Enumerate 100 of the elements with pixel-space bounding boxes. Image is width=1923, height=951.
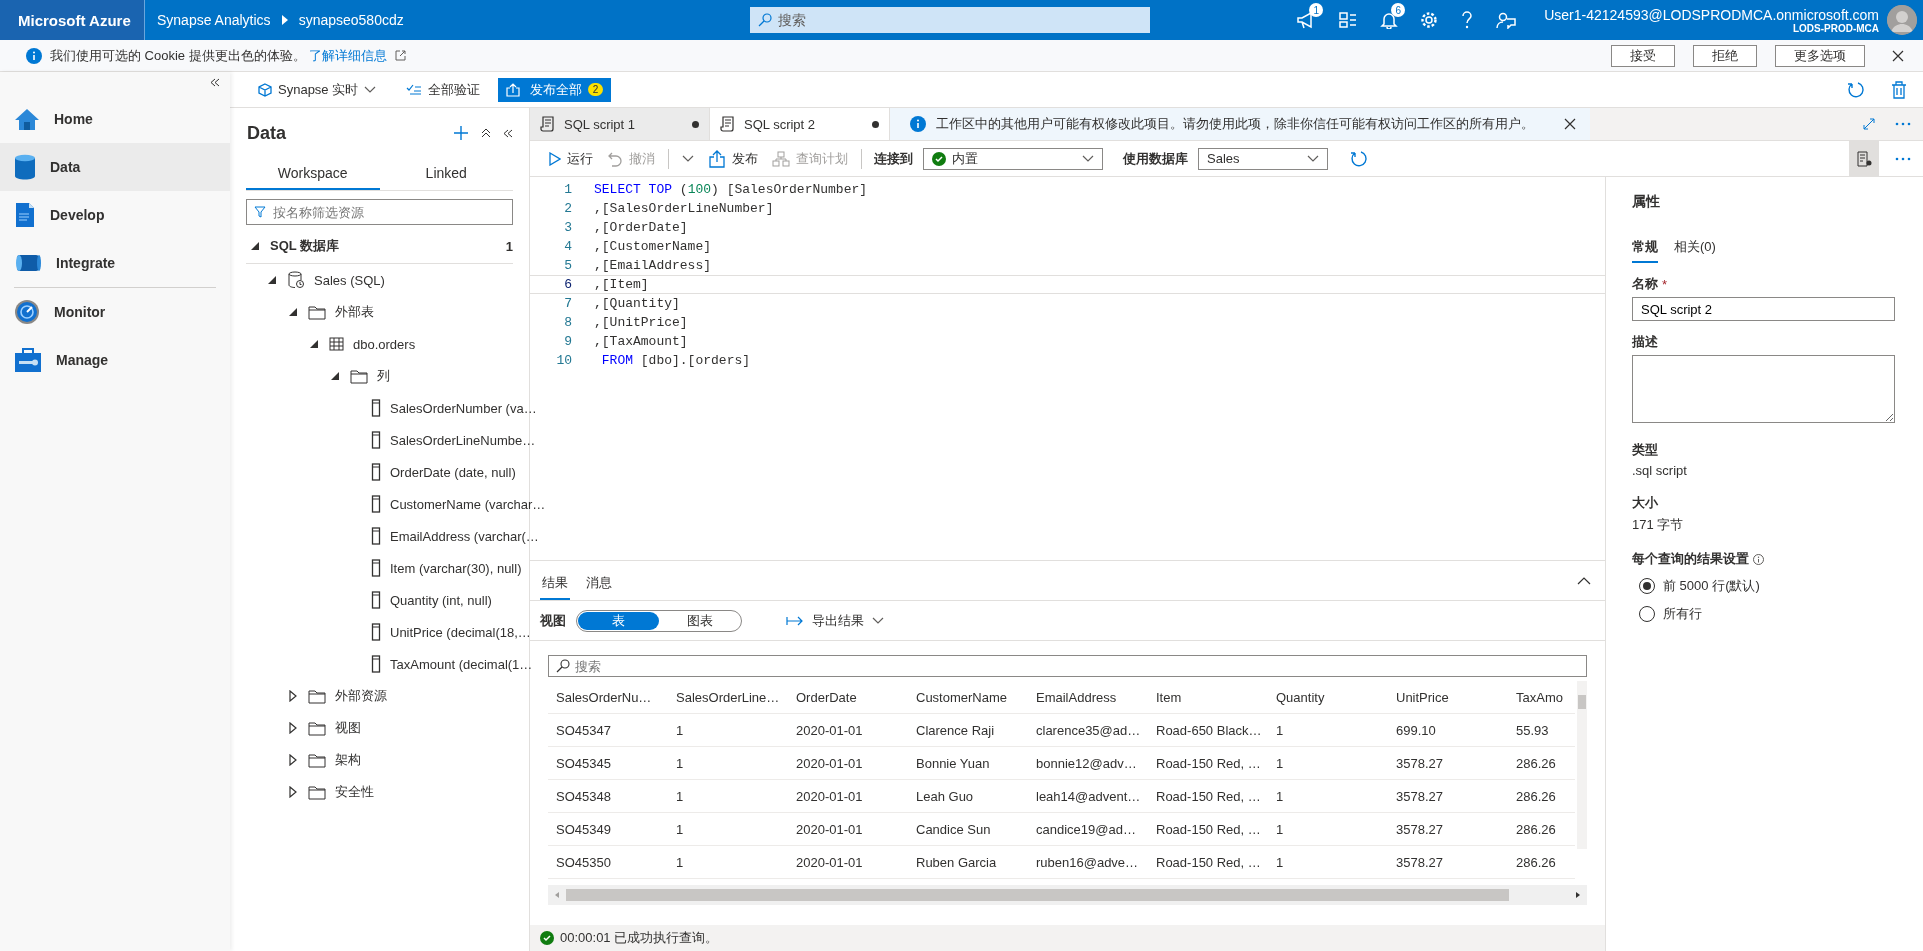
- breadcrumb-link[interactable]: Synapse Analytics: [157, 12, 271, 28]
- tree-item[interactable]: 安全性: [335, 783, 374, 801]
- radio-option[interactable]: 前 5000 行(默认): [1639, 572, 1760, 600]
- scrollbar[interactable]: [548, 885, 1587, 905]
- add-icon[interactable]: [453, 125, 469, 141]
- search-field[interactable]: 搜索: [750, 7, 1150, 33]
- tree-item[interactable]: EmailAddress (varchar(…: [390, 528, 539, 544]
- publish-all-button[interactable]: 发布全部 2: [498, 77, 612, 102]
- collapse-all-icon[interactable]: [481, 128, 491, 138]
- properties-tab[interactable]: 常规: [1632, 233, 1658, 263]
- tree-item[interactable]: 外部表: [335, 303, 374, 321]
- collapsed-arrow-icon[interactable]: [289, 690, 297, 702]
- cookie-button[interactable]: 拒绝: [1693, 44, 1757, 67]
- column-header[interactable]: Quantity: [1268, 681, 1388, 713]
- tree-item[interactable]: 外部资源: [335, 687, 387, 705]
- expanded-arrow-icon[interactable]: [309, 339, 319, 349]
- view-toggle-option[interactable]: 图表: [659, 611, 740, 630]
- properties-toggle[interactable]: [1849, 140, 1879, 177]
- collapse-icon[interactable]: [210, 78, 220, 87]
- nav-item[interactable]: Manage: [0, 336, 230, 384]
- column-header[interactable]: Item: [1148, 681, 1268, 713]
- panel-tab[interactable]: Workspace: [246, 158, 380, 190]
- toolbar-button[interactable]: 发布: [703, 144, 763, 173]
- tree-item[interactable]: SalesOrderLineNumbe…: [390, 432, 536, 448]
- column-header[interactable]: SalesOrderLine…: [668, 681, 788, 713]
- section-header[interactable]: SQL 数据库: [270, 237, 496, 255]
- column-header[interactable]: SalesOrderNu…: [548, 681, 668, 713]
- script-icon: [540, 116, 554, 132]
- nav-item[interactable]: Home: [0, 95, 230, 143]
- column-header[interactable]: CustomerName: [908, 681, 1028, 713]
- validate-all-button[interactable]: 全部验证: [400, 76, 487, 103]
- breadcrumb-link[interactable]: synapseo580cdz: [298, 12, 404, 28]
- tree-item[interactable]: 列: [377, 367, 390, 385]
- tree-item[interactable]: dbo.orders: [353, 336, 416, 352]
- cookie-button[interactable]: 更多选项: [1775, 44, 1865, 67]
- export-button[interactable]: 导出结果: [786, 611, 884, 630]
- connection-dropdown[interactable]: 内置: [923, 147, 1103, 170]
- column-header[interactable]: UnitPrice: [1388, 681, 1508, 713]
- tree-item[interactable]: 架构: [335, 751, 361, 769]
- column-header[interactable]: OrderDate: [788, 681, 908, 713]
- tree-item[interactable]: SalesOrderNumber (va…: [390, 400, 537, 416]
- name-field[interactable]: SQL script 2: [1632, 297, 1895, 321]
- tree-item[interactable]: 视图: [335, 719, 361, 737]
- collapsed-arrow-icon[interactable]: [289, 754, 297, 766]
- scrollbar[interactable]: [1577, 681, 1587, 849]
- settings-icon[interactable]: [1420, 11, 1439, 29]
- results-tab[interactable]: 消息: [584, 568, 614, 600]
- delete-icon[interactable]: [1891, 80, 1907, 99]
- collapse-up-icon[interactable]: [1577, 576, 1591, 585]
- refresh-icon[interactable]: [1847, 80, 1865, 99]
- table-icon: [329, 337, 344, 351]
- learn-more-link[interactable]: 了解详细信息: [309, 47, 388, 63]
- person-chat-icon[interactable]: [1496, 11, 1517, 29]
- nav-item[interactable]: Develop: [0, 191, 230, 239]
- column-header[interactable]: TaxAmo: [1508, 681, 1570, 713]
- tree-item[interactable]: UnitPrice (decimal(18,…: [390, 624, 531, 640]
- view-toggle-option[interactable]: 表: [578, 611, 659, 630]
- code-line: ,[Item]: [594, 277, 649, 292]
- user-email[interactable]: User1-42124593@LODSPRODMCA.onmicrosoft.com: [1544, 6, 1879, 23]
- live-mode-dropdown[interactable]: Synapse 实时: [252, 76, 383, 103]
- tree-item[interactable]: Sales (SQL): [314, 272, 385, 288]
- editor-tab[interactable]: SQL script 1: [530, 108, 710, 140]
- description-field[interactable]: [1632, 355, 1895, 423]
- close-icon[interactable]: [1892, 49, 1904, 62]
- expanded-arrow-icon[interactable]: [330, 371, 340, 381]
- tree-item[interactable]: Quantity (int, null): [390, 592, 492, 608]
- tree-item[interactable]: OrderDate (date, null): [390, 464, 516, 480]
- toolbar-button[interactable]: 运行: [544, 144, 598, 173]
- properties-tab[interactable]: 相关(0): [1674, 233, 1716, 263]
- database-dropdown[interactable]: Sales: [1198, 147, 1328, 170]
- directory-icon[interactable]: [1338, 11, 1359, 29]
- collapsed-arrow-icon[interactable]: [289, 722, 297, 734]
- results-tab[interactable]: 结果: [540, 568, 570, 600]
- column-header[interactable]: EmailAddress: [1028, 681, 1148, 713]
- nav-item[interactable]: Integrate: [0, 239, 230, 287]
- nav-item[interactable]: Monitor: [0, 288, 230, 336]
- refresh-icon[interactable]: [1350, 149, 1368, 168]
- collapse-icon[interactable]: [503, 128, 513, 138]
- expanded-arrow-icon[interactable]: [288, 307, 298, 317]
- collapsed-arrow-icon[interactable]: [289, 786, 297, 798]
- expanded-arrow-icon[interactable]: [267, 275, 277, 285]
- tree-item[interactable]: CustomerName (varchar…: [390, 496, 546, 512]
- filter-field[interactable]: 按名称筛选资源: [246, 199, 513, 225]
- search-field[interactable]: 搜索: [548, 655, 1587, 677]
- avatar-icon[interactable]: [1887, 5, 1917, 35]
- panel-tab[interactable]: Linked: [379, 158, 513, 190]
- external-link-icon[interactable]: [395, 50, 407, 61]
- tree-item[interactable]: Item (varchar(30), null): [390, 560, 522, 576]
- help-icon[interactable]: [1460, 11, 1475, 29]
- editor-tab[interactable]: SQL script 2: [710, 108, 890, 140]
- close-icon[interactable]: [1564, 118, 1576, 130]
- more-icon[interactable]: [1895, 122, 1911, 126]
- cookie-button[interactable]: 接受: [1611, 44, 1675, 67]
- expand-icon[interactable]: [1863, 118, 1875, 130]
- nav-item[interactable]: Data: [0, 143, 230, 191]
- brand-name[interactable]: Microsoft Azure: [0, 0, 145, 40]
- radio-option[interactable]: 所有行: [1639, 600, 1702, 628]
- expanded-arrow-icon[interactable]: [250, 241, 260, 251]
- more-icon[interactable]: [1895, 156, 1911, 161]
- tree-item[interactable]: TaxAmount (decimal(1…: [390, 656, 533, 672]
